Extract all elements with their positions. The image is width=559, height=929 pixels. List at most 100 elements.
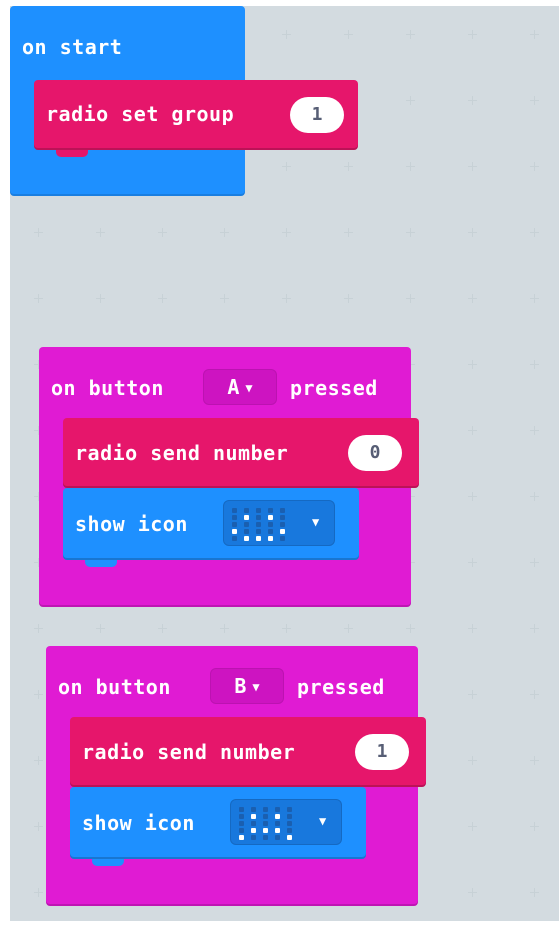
show-icon-b-block[interactable]: show icon ▼ xyxy=(70,787,366,866)
led-off xyxy=(263,821,268,826)
grid-cross xyxy=(158,294,167,303)
led-on xyxy=(256,536,261,541)
led-off xyxy=(275,821,280,826)
led-on xyxy=(244,536,249,541)
led-off xyxy=(232,515,237,520)
grid-cross xyxy=(530,228,539,237)
show-icon-label: show icon xyxy=(82,811,195,835)
send-number-a-input[interactable]: 0 xyxy=(348,435,402,471)
chevron-down-icon: ▼ xyxy=(252,680,260,694)
grid-cross xyxy=(220,294,229,303)
led-off xyxy=(256,515,261,520)
grid-cross xyxy=(344,228,353,237)
led-off xyxy=(251,807,256,812)
led-off xyxy=(268,508,273,513)
led-on xyxy=(263,828,268,833)
grid-cross xyxy=(468,96,477,105)
blocks-workspace[interactable]: on start radio set group 1 on button A ▼ … xyxy=(10,6,559,921)
led-off xyxy=(256,522,261,527)
led-off xyxy=(268,522,273,527)
grid-cross xyxy=(468,228,477,237)
icon-picker-b[interactable]: ▼ xyxy=(230,799,342,845)
grid-cross xyxy=(530,162,539,171)
grid-cross xyxy=(530,30,539,39)
on-button-prefix: on button xyxy=(51,376,164,400)
led-off xyxy=(287,807,292,812)
grid-cross xyxy=(282,228,291,237)
led-on xyxy=(239,835,244,840)
grid-cross xyxy=(158,228,167,237)
grid-cross xyxy=(158,624,167,633)
led-off xyxy=(280,515,285,520)
led-off xyxy=(263,835,268,840)
grid-cross xyxy=(406,162,415,171)
grid-cross xyxy=(468,888,477,897)
grid-cross xyxy=(406,96,415,105)
led-on xyxy=(280,529,285,534)
radio-send-number-a-block[interactable]: radio send number 0 xyxy=(63,418,419,488)
radio-set-group-block[interactable]: radio set group 1 xyxy=(34,80,358,157)
icon-picker-a[interactable]: ▼ xyxy=(223,500,335,546)
pressed-label: pressed xyxy=(297,675,385,699)
led-off xyxy=(275,807,280,812)
led-off xyxy=(239,821,244,826)
radio-set-group-label: radio set group xyxy=(46,102,235,126)
chevron-down-icon: ▼ xyxy=(312,515,320,529)
group-number-input[interactable]: 1 xyxy=(290,97,344,133)
led-on xyxy=(287,835,292,840)
button-b-value: B xyxy=(234,674,247,698)
grid-cross xyxy=(220,624,229,633)
grid-cross xyxy=(530,558,539,567)
button-b-dropdown[interactable]: B ▼ xyxy=(210,668,284,704)
led-off xyxy=(280,508,285,513)
grid-cross xyxy=(530,624,539,633)
grid-cross xyxy=(96,228,105,237)
happy-face-icon xyxy=(232,508,292,541)
led-off xyxy=(251,821,256,826)
grid-cross xyxy=(468,30,477,39)
grid-cross xyxy=(34,624,43,633)
led-off xyxy=(256,508,261,513)
led-off xyxy=(239,807,244,812)
radio-send-number-b-block[interactable]: radio send number 1 xyxy=(70,717,426,787)
radio-send-number-label: radio send number xyxy=(75,441,289,465)
grid-cross xyxy=(344,294,353,303)
led-off xyxy=(268,529,273,534)
grid-cross xyxy=(468,690,477,699)
grid-cross xyxy=(406,30,415,39)
grid-cross xyxy=(34,228,43,237)
grid-cross xyxy=(530,690,539,699)
show-icon-a-block[interactable]: show icon ▼ xyxy=(63,488,359,567)
grid-cross xyxy=(530,888,539,897)
grid-cross xyxy=(530,492,539,501)
grid-cross xyxy=(406,624,415,633)
button-a-dropdown[interactable]: A ▼ xyxy=(203,369,277,405)
pressed-label: pressed xyxy=(290,376,378,400)
grid-cross xyxy=(406,294,415,303)
grid-cross xyxy=(34,756,43,765)
led-on xyxy=(275,828,280,833)
led-off xyxy=(275,835,280,840)
grid-cross xyxy=(406,228,415,237)
show-icon-label: show icon xyxy=(75,512,188,536)
led-off xyxy=(251,835,256,840)
grid-cross xyxy=(96,294,105,303)
send-number-b-input[interactable]: 1 xyxy=(355,734,409,770)
grid-cross xyxy=(34,822,43,831)
grid-cross xyxy=(468,756,477,765)
led-off xyxy=(244,508,249,513)
grid-cross xyxy=(468,558,477,567)
led-off xyxy=(239,828,244,833)
led-off xyxy=(263,814,268,819)
chevron-down-icon: ▼ xyxy=(245,381,253,395)
button-a-value: A xyxy=(227,375,240,399)
grid-cross xyxy=(530,96,539,105)
led-on xyxy=(251,814,256,819)
led-off xyxy=(287,821,292,826)
grid-cross xyxy=(468,360,477,369)
block-notch xyxy=(85,560,117,567)
grid-cross xyxy=(344,162,353,171)
grid-cross xyxy=(468,822,477,831)
grid-cross xyxy=(530,294,539,303)
grid-cross xyxy=(468,426,477,435)
